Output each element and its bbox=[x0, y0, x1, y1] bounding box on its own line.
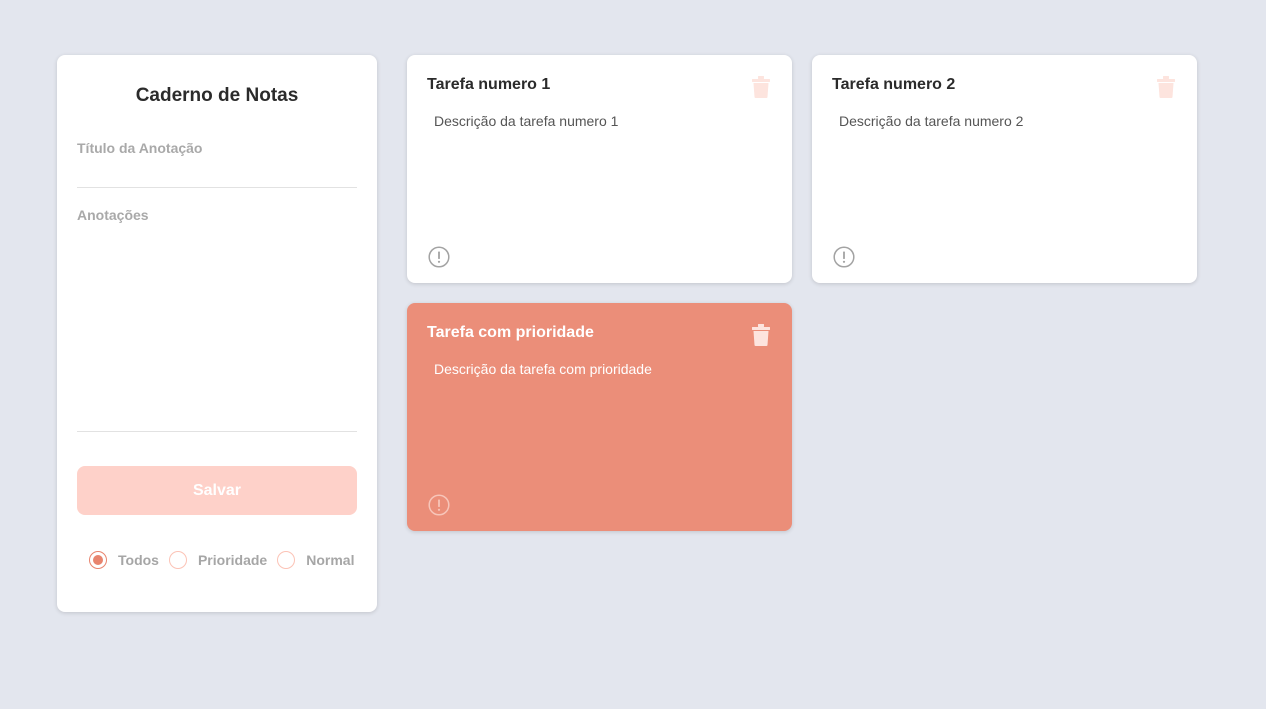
filter-option-normal[interactable]: Normal bbox=[277, 551, 354, 569]
radio-unselected-icon[interactable] bbox=[277, 551, 296, 569]
title-field-wrapper bbox=[77, 139, 357, 188]
note-title-input[interactable] bbox=[77, 139, 357, 157]
notes-field-wrapper bbox=[77, 207, 357, 432]
radio-unselected-icon[interactable] bbox=[168, 551, 187, 569]
note-title: Tarefa numero 1 bbox=[427, 76, 551, 93]
note-description: Descrição da tarefa numero 1 bbox=[434, 113, 619, 129]
save-button[interactable]: Salvar bbox=[77, 466, 357, 515]
filter-option-todos[interactable]: Todos bbox=[89, 551, 159, 569]
note-description: Descrição da tarefa com prioridade bbox=[434, 361, 652, 377]
filter-option-prioridade[interactable]: Prioridade bbox=[168, 551, 268, 569]
note-card: Tarefa numero 1 Descrição da tarefa nume… bbox=[407, 55, 792, 283]
alert-icon[interactable] bbox=[428, 494, 450, 516]
radio-dot bbox=[93, 555, 103, 565]
alert-icon[interactable] bbox=[833, 246, 855, 268]
alert-icon[interactable] bbox=[428, 246, 450, 268]
trash-icon[interactable] bbox=[752, 324, 770, 346]
filter-radio-group: Todos Prioridade Normal bbox=[89, 549, 354, 571]
note-card: Tarefa numero 2 Descrição da tarefa nume… bbox=[812, 55, 1197, 283]
radio-selected-icon[interactable] bbox=[89, 551, 107, 569]
note-description: Descrição da tarefa numero 2 bbox=[839, 113, 1024, 129]
filter-label: Todos bbox=[118, 552, 159, 568]
trash-icon[interactable] bbox=[752, 76, 770, 98]
page-title: Caderno de Notas bbox=[135, 85, 299, 106]
note-body-textarea[interactable] bbox=[77, 207, 357, 422]
trash-icon[interactable] bbox=[1157, 76, 1175, 98]
note-form-panel: Caderno de Notas Salvar Todos Prioridade… bbox=[57, 55, 377, 612]
filter-label: Prioridade bbox=[197, 552, 268, 568]
note-card-priority: Tarefa com prioridade Descrição da taref… bbox=[407, 303, 792, 531]
filter-label: Normal bbox=[306, 552, 355, 568]
note-title: Tarefa com prioridade bbox=[427, 324, 594, 341]
note-title: Tarefa numero 2 bbox=[832, 76, 956, 93]
